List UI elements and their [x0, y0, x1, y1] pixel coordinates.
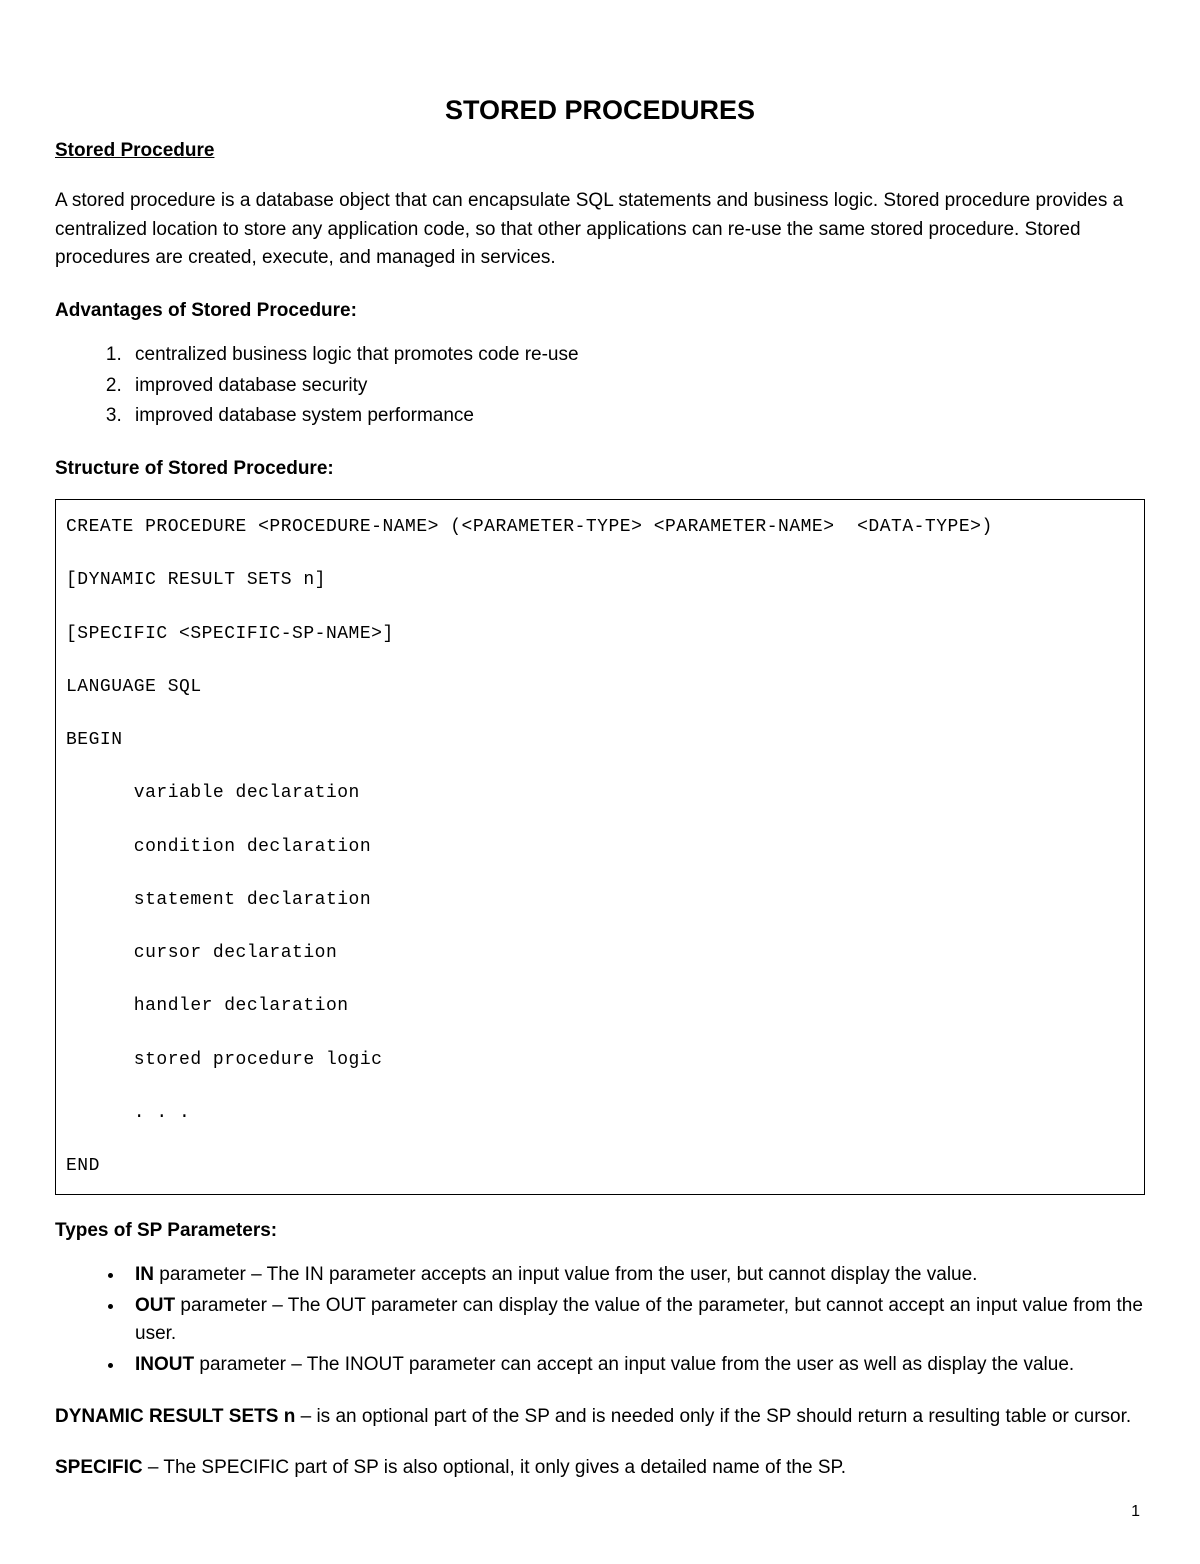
param-inout-label: INOUT [135, 1354, 194, 1375]
page-title: STORED PROCEDURES [55, 90, 1145, 131]
list-item: improved database security [127, 372, 1145, 401]
list-item: INOUT parameter – The INOUT parameter ca… [125, 1351, 1145, 1380]
param-out-label: OUT [135, 1295, 175, 1316]
heading-parameters: Types of SP Parameters: [55, 1217, 1145, 1246]
list-item: OUT parameter – The OUT parameter can di… [125, 1292, 1145, 1349]
list-item: centralized business logic that promotes… [127, 341, 1145, 370]
param-inout-desc: parameter – The INOUT parameter can acce… [194, 1354, 1074, 1375]
page-number: 1 [1131, 1500, 1140, 1524]
heading-stored-procedure: Stored Procedure [55, 137, 1145, 166]
specific-label: SPECIFIC [55, 1457, 143, 1478]
list-item: IN parameter – The IN parameter accepts … [125, 1261, 1145, 1290]
parameters-list: IN parameter – The IN parameter accepts … [125, 1261, 1145, 1379]
param-in-desc: parameter – The IN parameter accepts an … [154, 1264, 977, 1285]
param-in-label: IN [135, 1264, 154, 1285]
heading-structure: Structure of Stored Procedure: [55, 455, 1145, 484]
advantages-list: centralized business logic that promotes… [127, 341, 1145, 431]
dyn-result-desc: – is an optional part of the SP and is n… [295, 1406, 1131, 1427]
code-block-structure: CREATE PROCEDURE <PROCEDURE-NAME> (<PARA… [55, 499, 1145, 1195]
intro-paragraph: A stored procedure is a database object … [55, 187, 1145, 273]
specific-definition: SPECIFIC – The SPECIFIC part of SP is al… [55, 1454, 1145, 1483]
heading-advantages: Advantages of Stored Procedure: [55, 297, 1145, 326]
dyn-result-label: DYNAMIC RESULT SETS n [55, 1406, 295, 1427]
list-item: improved database system performance [127, 402, 1145, 431]
param-out-desc: parameter – The OUT parameter can displa… [135, 1295, 1143, 1345]
dynamic-result-sets-definition: DYNAMIC RESULT SETS n – is an optional p… [55, 1403, 1145, 1432]
specific-desc: – The SPECIFIC part of SP is also option… [143, 1457, 846, 1478]
